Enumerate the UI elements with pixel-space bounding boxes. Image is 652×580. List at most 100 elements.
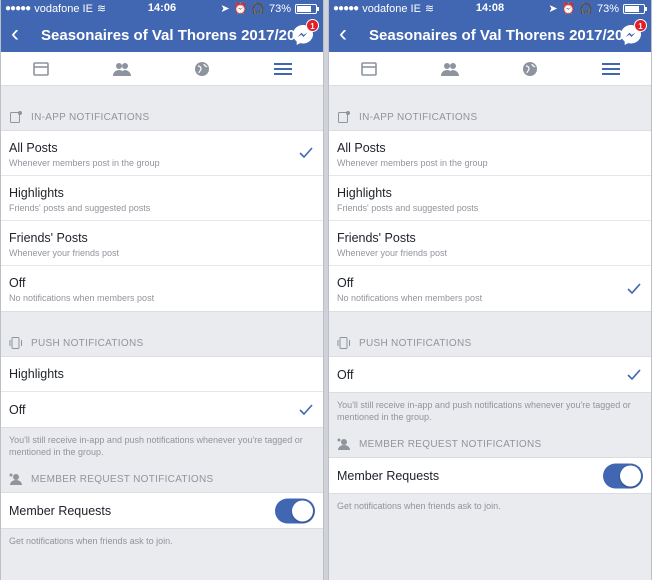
messenger-button[interactable]: 1 xyxy=(619,19,647,47)
members-icon xyxy=(112,62,131,76)
tab-menu[interactable] xyxy=(571,52,652,85)
alarm-icon: ⏰ xyxy=(233,3,248,15)
option-label: Off xyxy=(9,276,26,290)
option-all-posts[interactable]: All Posts Whenever members post in the g… xyxy=(329,131,651,176)
option-off[interactable]: Off No notifications when members post xyxy=(329,266,651,311)
option-description: Whenever members post in the group xyxy=(337,158,488,168)
page-title: Seasonaires of Val Thorens 2017/2018 xyxy=(41,27,312,44)
feed-icon xyxy=(361,61,378,76)
member-footnote: Get notifications when friends ask to jo… xyxy=(337,501,501,511)
globe-icon xyxy=(523,61,538,76)
notification-icon xyxy=(9,110,23,124)
option-description: Whenever your friends post xyxy=(9,248,120,258)
in-app-section-header: IN-APP NOTIFICATIONS xyxy=(329,104,651,130)
menu-icon xyxy=(273,62,292,75)
option-description: No notifications when members post xyxy=(9,293,155,303)
checkmark-icon xyxy=(627,282,641,294)
option-friends-posts[interactable]: Friends' Posts Whenever your friends pos… xyxy=(329,221,651,266)
section-title: IN-APP NOTIFICATIONS xyxy=(359,111,478,123)
section-title: MEMBER REQUEST NOTIFICATIONS xyxy=(31,473,214,485)
in-app-options: All Posts Whenever members post in the g… xyxy=(329,130,651,312)
option-highlights[interactable]: Highlights Friends' posts and suggested … xyxy=(329,176,651,221)
members-icon xyxy=(440,62,459,76)
option-all-posts[interactable]: All Posts Whenever members post in the g… xyxy=(1,131,323,176)
group-tabs xyxy=(1,52,323,86)
nav-bar: ‹ Seasonaires of Val Thorens 2017/2018 1 xyxy=(1,18,323,52)
member-section-header: MEMBER REQUEST NOTIFICATIONS xyxy=(329,431,651,457)
option-description: No notifications when members post xyxy=(337,293,483,303)
checkmark-icon xyxy=(299,147,313,159)
section-title: PUSH NOTIFICATIONS xyxy=(359,337,472,349)
option-friends-posts[interactable]: Friends' Posts Whenever your friends pos… xyxy=(1,221,323,266)
section-title: MEMBER REQUEST NOTIFICATIONS xyxy=(359,438,542,450)
option-description: Friends' posts and suggested posts xyxy=(337,203,479,213)
push-footnote: You'll still receive in-app and push not… xyxy=(337,400,631,422)
tab-members[interactable] xyxy=(410,52,491,85)
chevron-left-icon[interactable]: ‹ xyxy=(11,22,19,46)
tab-discover[interactable] xyxy=(162,52,243,85)
option-label: Highlights xyxy=(9,367,64,381)
option-label: Off xyxy=(337,276,354,290)
member-section-header: MEMBER REQUEST NOTIFICATIONS xyxy=(1,466,323,492)
option-description: Friends' posts and suggested posts xyxy=(9,203,151,213)
headphones-icon: 🎧 xyxy=(579,3,593,15)
member-requests-label: Member Requests xyxy=(9,503,112,518)
menu-icon xyxy=(601,62,620,75)
checkmark-icon xyxy=(627,368,641,380)
nav-bar: ‹ Seasonaires of Val Thorens 2017/2018 1 xyxy=(329,18,651,52)
member-requests-toggle[interactable] xyxy=(603,463,643,488)
option-off[interactable]: Off No notifications when members post xyxy=(1,266,323,311)
tab-feed[interactable] xyxy=(329,52,410,85)
chevron-left-icon[interactable]: ‹ xyxy=(339,22,347,46)
group-tabs xyxy=(329,52,651,86)
notification-icon xyxy=(337,110,351,124)
in-app-options: All Posts Whenever members post in the g… xyxy=(1,130,323,312)
tab-feed[interactable] xyxy=(1,52,82,85)
toggle-knob xyxy=(292,500,313,521)
phone-vibrate-icon xyxy=(9,336,23,350)
member-request-icon xyxy=(9,472,23,486)
push-section-header: PUSH NOTIFICATIONS xyxy=(329,330,651,356)
screenshot-right: ●●●●● vodafone IE ≋ 14:08 ➤ ⏰ 🎧 73% ‹ Seasona… xyxy=(328,0,652,580)
member-options: Member Requests xyxy=(1,492,323,529)
checkmark-icon xyxy=(299,403,313,415)
section-title: IN-APP NOTIFICATIONS xyxy=(31,111,150,123)
tab-members[interactable] xyxy=(82,52,163,85)
option-highlights[interactable]: Highlights Friends' posts and suggested … xyxy=(1,176,323,221)
feed-icon xyxy=(33,61,50,76)
battery-percent: 73% xyxy=(268,2,291,15)
option-label: All Posts xyxy=(337,141,386,155)
member-footnote: Get notifications when friends ask to jo… xyxy=(9,536,173,546)
push-options: Off xyxy=(329,356,651,393)
push-section-header: PUSH NOTIFICATIONS xyxy=(1,330,323,356)
messenger-button[interactable]: 1 xyxy=(291,19,319,47)
option-push-off[interactable]: Off xyxy=(329,357,651,392)
option-label: Off xyxy=(9,402,26,417)
member-request-icon xyxy=(337,437,351,451)
toggle-knob xyxy=(620,465,641,486)
in-app-section-header: IN-APP NOTIFICATIONS xyxy=(1,104,323,130)
tab-discover[interactable] xyxy=(490,52,571,85)
member-requests-row: Member Requests xyxy=(329,458,651,493)
phone-vibrate-icon xyxy=(337,336,351,350)
location-icon: ➤ xyxy=(548,3,558,15)
screenshot-left: ●●●●● vodafone IE ≋ 14:06 ➤ ⏰ 🎧 73% ‹ Seasona… xyxy=(0,0,324,580)
option-label: All Posts xyxy=(9,141,58,155)
status-bar: ●●●●● vodafone IE ≋ 14:06 ➤ ⏰ 🎧 73% xyxy=(1,0,323,18)
option-label: Highlights xyxy=(337,186,392,200)
messenger-badge: 1 xyxy=(634,19,647,32)
option-description: Whenever your friends post xyxy=(337,248,448,258)
alarm-icon: ⏰ xyxy=(561,3,576,15)
option-label: Off xyxy=(337,367,354,382)
headphones-icon: 🎧 xyxy=(251,3,265,15)
battery-percent: 73% xyxy=(596,2,619,15)
option-label: Friends' Posts xyxy=(9,231,88,245)
status-bar: ●●●●● vodafone IE ≋ 14:08 ➤ ⏰ 🎧 73% xyxy=(329,0,651,18)
option-push-highlights[interactable]: Highlights xyxy=(1,357,323,392)
member-requests-label: Member Requests xyxy=(337,468,440,483)
member-requests-toggle[interactable] xyxy=(275,498,315,523)
option-description: Whenever members post in the group xyxy=(9,158,160,168)
member-options: Member Requests xyxy=(329,457,651,494)
option-push-off[interactable]: Off xyxy=(1,392,323,427)
tab-menu[interactable] xyxy=(243,52,324,85)
